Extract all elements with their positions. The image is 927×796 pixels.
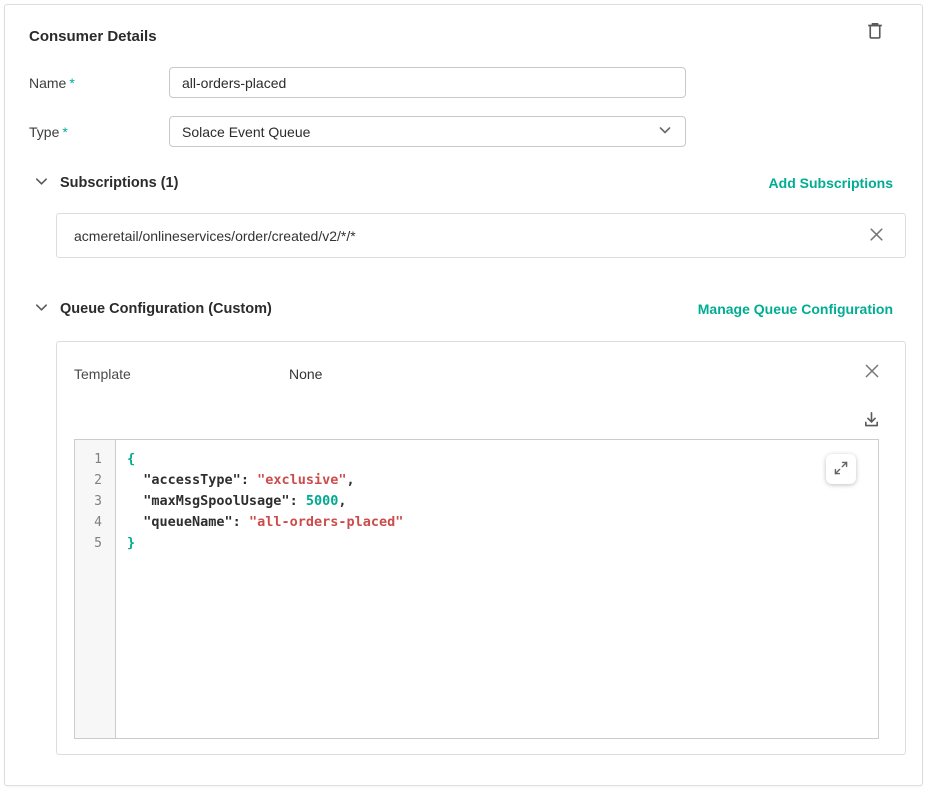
code-token: 5000 — [306, 493, 339, 509]
download-config-button[interactable] — [862, 410, 881, 432]
trash-icon — [864, 19, 886, 46]
subscription-topic: acmeretail/onlineservices/order/created/… — [74, 228, 356, 244]
consumer-details-panel: Consumer Details Name* Type* Solace Even… — [4, 4, 923, 786]
remove-subscription-button[interactable] — [868, 226, 885, 246]
editor-code-pane[interactable]: { "accessType": "exclusive", "maxMsgSpoo… — [116, 440, 878, 738]
subscriptions-title: Subscriptions (1) — [60, 175, 178, 191]
subscriptions-collapse-toggle[interactable] — [33, 175, 49, 191]
template-value: None — [289, 366, 322, 382]
type-select[interactable]: Solace Event Queue — [169, 116, 686, 147]
code-token: : — [233, 514, 249, 530]
required-asterisk: * — [62, 124, 67, 140]
code-line: { — [127, 449, 878, 470]
required-asterisk: * — [69, 75, 74, 91]
code-line: } — [127, 533, 878, 554]
code-token — [127, 472, 143, 488]
close-icon — [863, 362, 881, 383]
subscription-item: acmeretail/onlineservices/order/created/… — [56, 213, 906, 258]
line-number: 4 — [75, 512, 115, 533]
code-token: } — [127, 535, 135, 551]
code-token: "maxMsgSpoolUsage" — [143, 493, 289, 509]
code-line: "queueName": "all-orders-placed" — [127, 512, 878, 533]
panel-header: Consumer Details — [25, 25, 906, 49]
code-token: : — [241, 472, 257, 488]
chevron-down-icon — [34, 300, 49, 318]
code-token: "queueName" — [143, 514, 232, 530]
code-token: "all-orders-placed" — [249, 514, 403, 530]
download-icon — [862, 410, 881, 432]
code-token: "exclusive" — [257, 472, 346, 488]
expand-icon — [832, 459, 850, 480]
manage-queue-configuration-link[interactable]: Manage Queue Configuration — [698, 301, 893, 317]
template-label: Template — [74, 366, 289, 382]
clear-template-button[interactable] — [863, 362, 881, 383]
code-token: , — [338, 493, 346, 509]
type-label-text: Type — [29, 124, 59, 140]
page-title: Consumer Details — [25, 25, 157, 45]
type-select-value: Solace Event Queue — [182, 124, 310, 140]
name-label-text: Name — [29, 75, 66, 91]
line-number: 1 — [75, 449, 115, 470]
code-token: "accessType" — [143, 472, 241, 488]
line-number: 5 — [75, 533, 115, 554]
type-label: Type* — [25, 124, 169, 140]
chevron-down-icon — [657, 122, 673, 141]
type-field-row: Type* Solace Event Queue — [25, 116, 906, 147]
queue-config-editor[interactable]: 1 2 3 4 5 { "accessType": "exclusive", "… — [74, 439, 879, 739]
name-input[interactable] — [169, 67, 686, 98]
close-icon — [868, 226, 885, 246]
code-token: : — [290, 493, 306, 509]
expand-editor-button[interactable] — [826, 454, 856, 484]
code-token: { — [127, 451, 135, 467]
subscriptions-section-header: Subscriptions (1) Add Subscriptions — [25, 173, 906, 193]
code-token: , — [346, 472, 354, 488]
line-number: 2 — [75, 470, 115, 491]
code-line: "accessType": "exclusive", — [127, 470, 878, 491]
code-token — [127, 514, 143, 530]
delete-consumer-button[interactable] — [864, 19, 886, 46]
code-line: "maxMsgSpoolUsage": 5000, — [127, 491, 878, 512]
chevron-down-icon — [34, 174, 49, 192]
code-token — [127, 493, 143, 509]
name-label: Name* — [25, 75, 169, 91]
add-subscriptions-link[interactable]: Add Subscriptions — [769, 175, 893, 191]
line-number: 3 — [75, 491, 115, 512]
template-row: Template None — [74, 364, 889, 384]
queue-config-box: Template None 1 2 3 — [56, 341, 906, 755]
name-field-row: Name* — [25, 67, 906, 98]
editor-line-numbers: 1 2 3 4 5 — [75, 440, 116, 738]
queue-config-title: Queue Configuration (Custom) — [60, 301, 272, 317]
queue-config-collapse-toggle[interactable] — [33, 301, 49, 317]
queue-config-section-header: Queue Configuration (Custom) Manage Queu… — [25, 299, 906, 319]
